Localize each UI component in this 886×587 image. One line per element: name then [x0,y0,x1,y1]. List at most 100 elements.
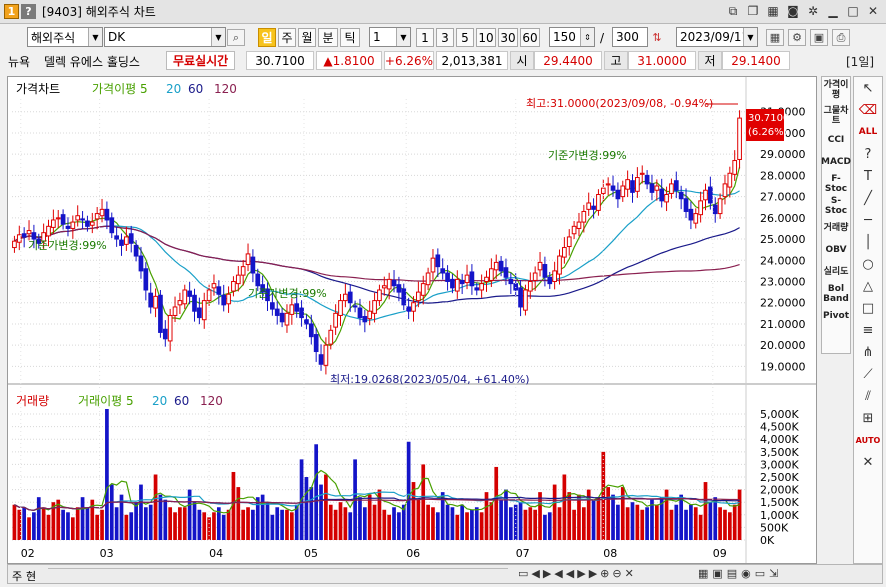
search-icon[interactable]: ⌕ [227,29,245,46]
copy-icon[interactable]: ❐ [746,4,760,19]
date-picker[interactable]: 2023/09/11 ▼ [676,27,758,47]
spin-icon[interactable]: ⇕ [580,28,594,46]
question-icon[interactable]: ? [854,143,882,165]
volume-bar [324,474,328,540]
cursor-icon[interactable]: ↖ [854,77,882,99]
close-icon[interactable]: ✕ [866,4,880,19]
indicator-reality[interactable]: 실리도 [822,261,850,283]
print-icon[interactable]: ⎙ [832,29,850,46]
indicator-macd[interactable]: MACD [821,151,851,173]
total-field[interactable]: 300 [612,27,648,47]
chevron-down-icon[interactable]: ▼ [88,28,102,46]
volume-bar [319,484,323,540]
triangle-icon[interactable]: △ [854,275,882,297]
help-icon[interactable]: ? [21,4,36,19]
symbol-input[interactable]: DK ▼ [104,27,226,47]
candle-body [440,268,446,274]
indicator-f-stoc[interactable]: F-Stoc [822,173,850,195]
calendar-icon[interactable]: ▦ [766,4,780,19]
grid-layout-icon[interactable]: ▦ [766,29,784,46]
market-select[interactable]: 해외주식 ▼ [27,27,103,47]
step-10[interactable]: 10 [476,28,496,47]
legend-ma20: 20 [166,82,181,96]
total-value: 300 [616,30,639,44]
candle-body [712,204,718,215]
chart-area[interactable]: 31.000030.000029.000028.000027.000026.00… [7,76,817,564]
camera-icon[interactable]: ◙ [786,4,800,19]
rect-icon[interactable]: □ [854,297,882,319]
gann-icon[interactable]: ⋔ [854,341,882,363]
candle-body [284,312,290,326]
status-week[interactable]: 주 [12,568,22,584]
indicator-volume[interactable]: 거래량 [822,217,850,239]
save-icon[interactable]: ▣ [810,29,828,46]
candle-body [197,307,202,319]
auto-icon[interactable]: AUTO [854,429,882,451]
indicator-price-ma[interactable]: 가격이평 [822,77,850,103]
settings-icon[interactable]: ✲ [806,4,820,19]
step-60[interactable]: 60 [520,28,540,47]
volume-bar [518,502,523,540]
period-button[interactable]: [1일] [846,53,874,70]
legend-price-chart: 가격차트 [16,82,60,96]
chevron-down-icon[interactable]: ▼ [396,28,410,46]
candle-body [104,208,110,221]
status-current[interactable]: 현 [26,568,36,584]
legend-vol-ma120: 120 [200,394,223,408]
gear-icon[interactable]: ⚙ [788,29,806,46]
indicator-pivot[interactable]: Pivot [822,305,850,327]
volume-bar [669,509,674,540]
period-day[interactable]: 일 [258,28,276,47]
candle-body [678,191,684,200]
volume-bar [625,507,630,540]
indicator-bollinger[interactable]: Bol Band [822,283,850,305]
chevron-down-icon[interactable]: ▼ [743,28,757,46]
open-label: 시 [510,51,534,70]
period-tick[interactable]: 틱 [340,28,360,47]
period-minute[interactable]: 분 [318,28,338,47]
step-5[interactable]: 5 [456,28,474,47]
volume-bar [630,502,635,540]
circle-icon[interactable]: ○ [854,253,882,275]
indicator-net-chart[interactable]: 그물차트 [822,103,850,129]
export-controls[interactable]: ▦▣▤◉▭⇲ [698,567,782,580]
text-icon[interactable]: T [854,165,882,187]
fib-icon[interactable]: ≡ [854,319,882,341]
exchange-label: 뉴욕 [8,55,31,69]
volume-bar [56,499,61,540]
vline-icon[interactable]: │ [854,231,882,253]
count-stepper[interactable]: 150 ⇕ [549,27,595,47]
indicator-s-stoc[interactable]: S-Stoc [822,195,850,217]
grid-icon[interactable]: ⊞ [854,407,882,429]
nav-controls[interactable]: ▭◀▶◀◀▶▶⊕⊖✕ [518,567,637,580]
indicator-obv[interactable]: OBV [822,239,850,261]
link-icon[interactable]: ⧉ [726,4,740,19]
candle-body [347,291,353,304]
interval-select[interactable]: 1 ▼ [369,27,411,47]
period-week[interactable]: 주 [278,28,296,47]
volume-bar [41,507,46,540]
volume-bar [333,509,338,540]
volume-bar [470,509,474,540]
fan-icon[interactable]: ⟋ [854,363,882,385]
chevron-down-icon[interactable]: ▼ [211,28,225,46]
step-1[interactable]: 1 [416,28,434,47]
channel-icon[interactable]: ⫽ [854,385,882,407]
line-icon[interactable]: ╱ [854,187,882,209]
hline-icon[interactable]: ─ [854,209,882,231]
volume-tick-label: 2,500K [760,471,799,484]
candle-body [493,261,499,271]
chart-svg[interactable]: 31.000030.000029.000028.000027.000026.00… [8,77,816,563]
step-3[interactable]: 3 [436,28,454,47]
scroll-track[interactable] [48,568,508,580]
eraser-icon[interactable]: ⌫ [854,99,882,121]
delete-icon[interactable]: ✕ [854,451,882,473]
all-icon[interactable]: ALL [854,121,882,143]
step-30[interactable]: 30 [498,28,518,47]
low-value: 29.1400 [722,51,790,70]
minimize-icon[interactable]: ▁ [826,4,840,19]
maximize-icon[interactable]: □ [846,4,860,19]
indicator-cci[interactable]: CCI [822,129,850,151]
sort-icon[interactable]: ⇅ [650,29,664,46]
period-month[interactable]: 월 [298,28,316,47]
